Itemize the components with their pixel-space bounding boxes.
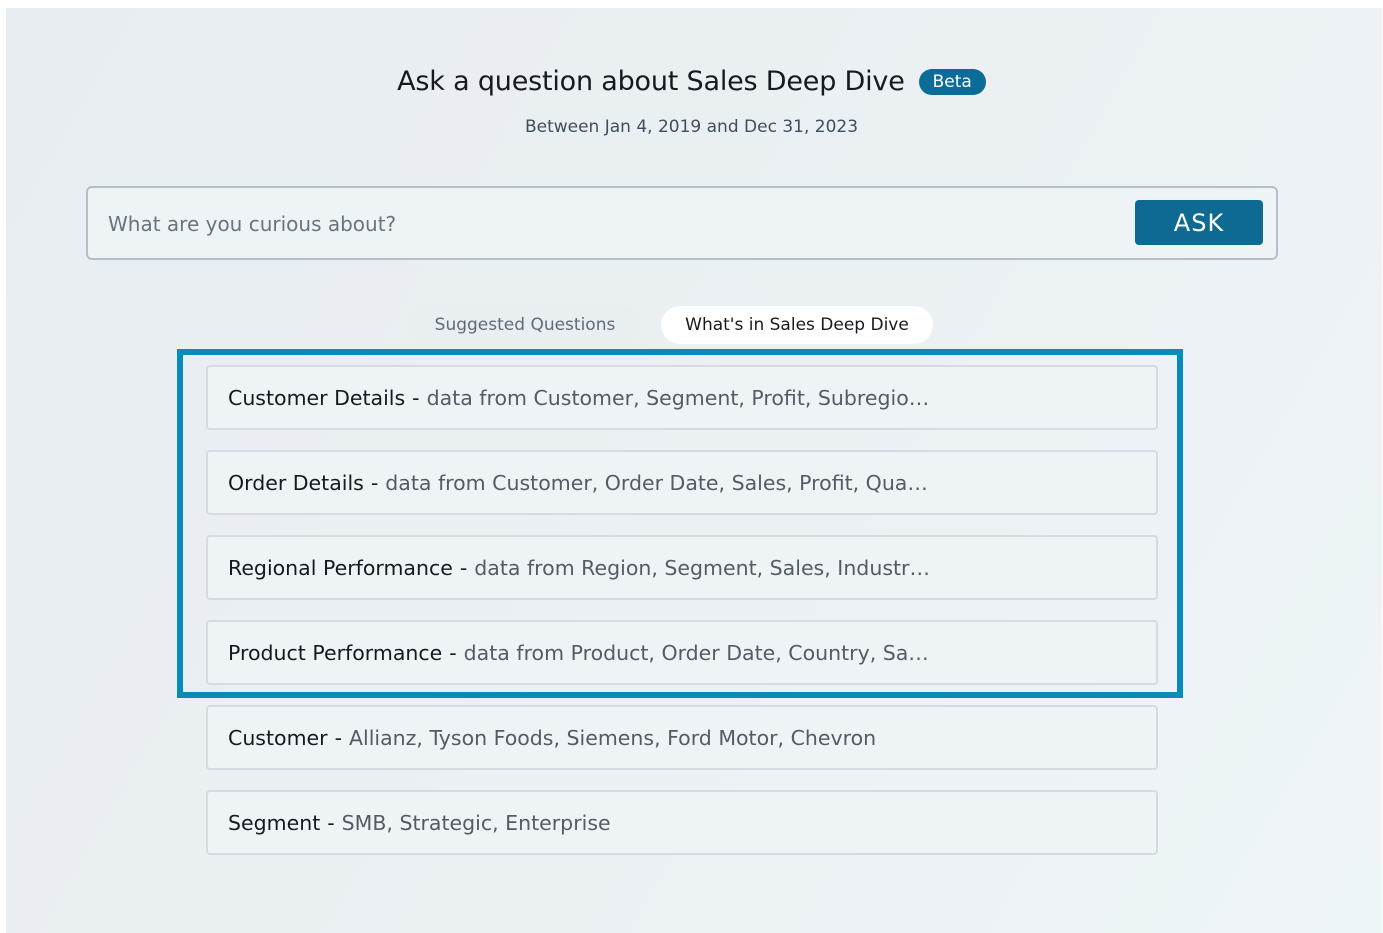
tab-whats-in-sales-deep-dive[interactable]: What's in Sales Deep Dive [661, 306, 933, 344]
item-separator: - [334, 725, 342, 750]
item-name: Regional Performance [228, 555, 453, 580]
list-item-regional-performance[interactable]: Regional Performance - data from Region,… [206, 535, 1158, 600]
item-description: data from Customer, Segment, Profit, Sub… [426, 385, 930, 410]
item-description: SMB, Strategic, Enterprise [341, 810, 611, 835]
item-name: Segment [228, 810, 321, 835]
item-description: data from Product, Order Date, Country, … [463, 640, 929, 665]
item-separator: - [327, 810, 335, 835]
item-name: Customer [228, 725, 328, 750]
item-name: Order Details [228, 470, 364, 495]
search-box: ASK [86, 186, 1278, 260]
search-input[interactable] [108, 208, 1108, 240]
item-separator: - [459, 555, 468, 580]
item-description: Allianz, Tyson Foods, Siemens, Ford Moto… [348, 725, 877, 750]
list-item-order-details[interactable]: Order Details - data from Customer, Orde… [206, 450, 1158, 515]
item-separator: - [449, 640, 457, 665]
item-name: Product Performance [228, 640, 443, 665]
list-item-product-performance[interactable]: Product Performance - data from Product,… [206, 620, 1158, 685]
list-item-customer-details[interactable]: Customer Details - data from Customer, S… [206, 365, 1158, 430]
list-item-segment[interactable]: Segment - SMB, Strategic, Enterprise [206, 790, 1158, 855]
ask-button[interactable]: ASK [1135, 200, 1263, 245]
date-range-subtitle: Between Jan 4, 2019 and Dec 31, 2023 [524, 117, 859, 137]
item-description: data from Region, Segment, Sales, Indust… [474, 555, 930, 580]
list-item-customer[interactable]: Customer - Allianz, Tyson Foods, Siemens… [206, 705, 1158, 770]
title-row: Ask a question about Sales Deep Dive Bet… [0, 66, 1383, 97]
beta-badge: Beta [918, 68, 986, 95]
item-separator: - [370, 470, 379, 495]
item-description: data from Customer, Order Date, Sales, P… [385, 470, 928, 495]
tab-suggested-questions[interactable]: Suggested Questions [409, 306, 641, 344]
item-name: Customer Details [228, 385, 406, 410]
item-separator: - [412, 385, 420, 410]
page-title: Ask a question about Sales Deep Dive [397, 66, 905, 97]
